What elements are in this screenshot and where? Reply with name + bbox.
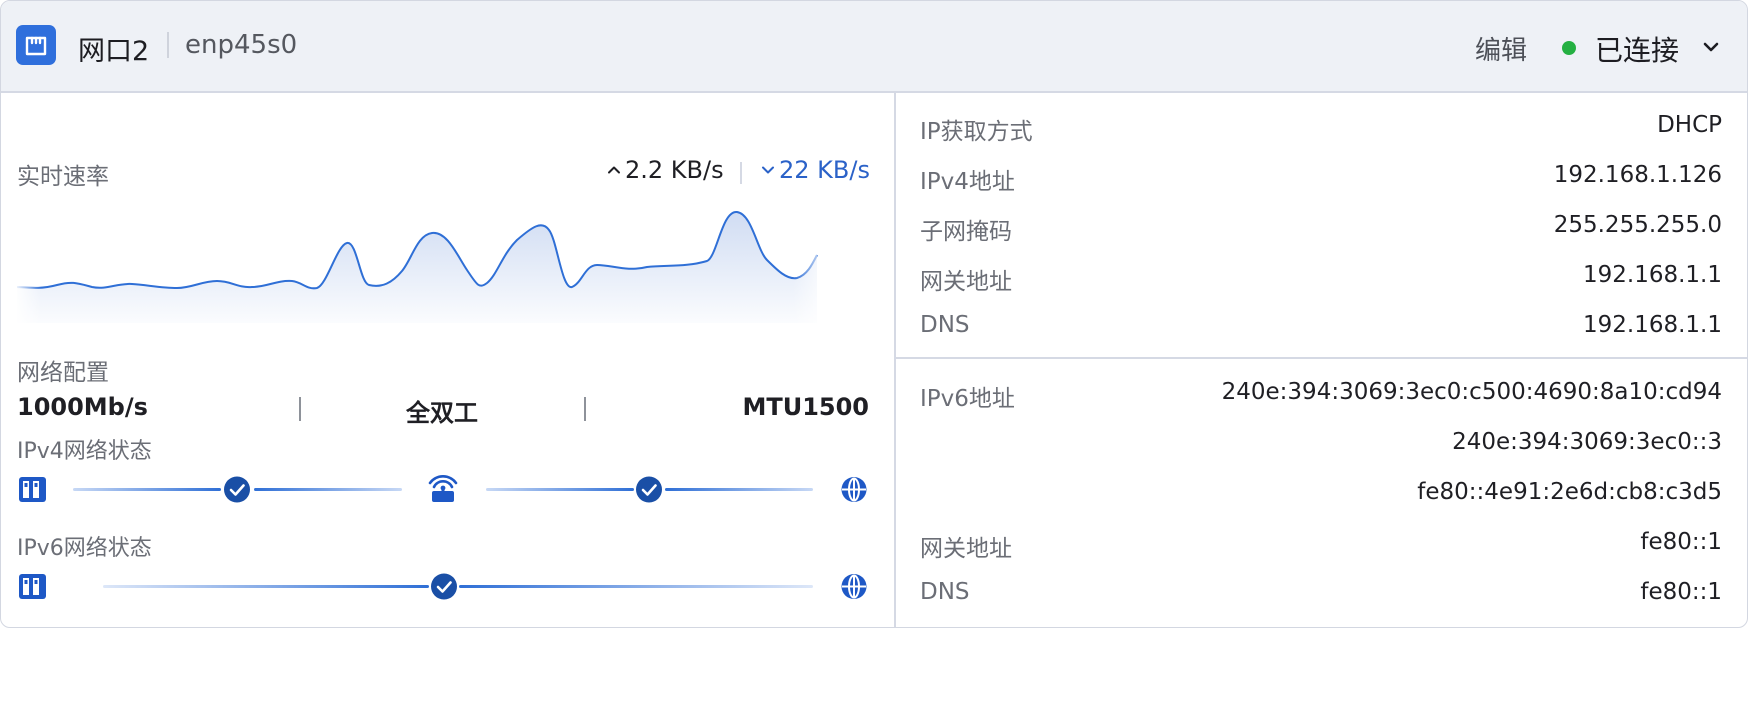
info-key: 子网掩码 [920,219,1012,245]
upload-speed-value: 2.2 KB/s [625,156,724,184]
check-icon [431,573,457,600]
globe-icon [841,477,867,502]
right-panel: IP获取方式 DHCP IPv4地址 192.168.1.126 子网掩码 25… [896,93,1747,627]
duplex-value: 全双工 [406,399,478,427]
info-key: IP获取方式 [920,119,1033,145]
chevron-down-icon[interactable] [1701,37,1721,57]
ipv6-status-path [19,573,867,600]
info-value: 255.255.255.0 [1553,212,1722,238]
device-name: enp45s0 [185,30,298,60]
speed-divider [740,162,742,184]
info-value: 240e:394:3069:3ec0::3 [1452,429,1722,455]
ipv4-link-segment [486,488,634,491]
download-speed-value: 22 KB/s [779,156,870,184]
info-key: IPv6地址 [920,386,1015,412]
chart-edge-fade [17,205,817,323]
check-icon [636,476,662,503]
ipv4-status-path [19,475,867,503]
ipv4-link-segment [254,488,402,491]
device-icon [19,477,46,502]
section-divider [896,357,1747,359]
upload-speed: 2.2 KB/s [607,156,724,184]
ipv6-status-label: IPv6网络状态 [17,536,152,561]
edit-button[interactable]: 编辑 [1475,30,1527,67]
info-row-ipv6-dns: DNS fe80::1 [920,573,1722,613]
info-row-ipv4-address: IPv4地址 192.168.1.126 [920,156,1722,196]
config-divider [299,397,301,421]
network-port-card: 网口2 enp45s0 编辑 已连接 实时速率 2.2 KB/s 22 KB/s [0,0,1748,628]
connection-status-text: 已连接 [1595,34,1680,67]
ipv4-link-segment [665,488,813,491]
mtu-value: MTU1500 [742,393,869,421]
info-value: fe80::1 [1640,579,1722,605]
info-row-ipv6-link-local: fe80::4e91:2e6d:cb8:c3d5 [920,473,1722,513]
realtime-speed-label: 实时速率 [17,164,109,190]
info-value: 192.168.1.1 [1583,312,1722,338]
ipv4-link-segment [73,488,221,491]
network-config-label: 网络配置 [17,360,109,386]
info-value: fe80::1 [1640,529,1722,555]
info-key: 网关地址 [920,269,1012,295]
left-panel: 实时速率 2.2 KB/s 22 KB/s 网络配置 1000Mb/s 全双工 … [1,93,894,627]
globe-icon [841,574,867,599]
port-name: 网口2 [78,36,150,67]
info-row-gateway: 网关地址 192.168.1.1 [920,256,1722,296]
connection-status-dot [1562,41,1576,55]
info-value: 240e:394:3069:3ec0:c500:4690:8a10:cd94 [1221,379,1722,405]
info-value: 192.168.1.126 [1553,162,1722,188]
info-row-ip-method: IP获取方式 DHCP [920,106,1722,146]
download-speed: 22 KB/s [761,156,870,184]
ipv6-link-segment [459,585,813,588]
device-icon [19,574,46,599]
info-row-ipv6-address-2: 240e:394:3069:3ec0::3 [920,423,1722,463]
ethernet-port-icon [16,25,56,65]
info-value: 192.168.1.1 [1583,262,1722,288]
router-icon [428,475,458,502]
ipv4-status-label: IPv4网络状态 [17,439,152,464]
info-value: DHCP [1657,112,1722,138]
info-row-dns: DNS 192.168.1.1 [920,306,1722,346]
info-row-subnet-mask: 子网掩码 255.255.255.0 [920,206,1722,246]
arrow-up-icon [608,166,620,174]
info-row-ipv6-address: IPv6地址 240e:394:3069:3ec0:c500:4690:8a10… [920,373,1722,413]
info-key: DNS [920,579,970,605]
check-icon [224,476,250,503]
title-divider [167,32,169,58]
info-key: 网关地址 [920,536,1012,562]
config-divider [584,397,586,421]
realtime-speed-chart [17,205,818,323]
link-speed-value: 1000Mb/s [17,393,148,421]
info-value: fe80::4e91:2e6d:cb8:c3d5 [1417,479,1722,505]
info-key: IPv4地址 [920,169,1015,195]
card-header: 网口2 enp45s0 编辑 已连接 [1,1,1747,93]
arrow-down-icon [762,166,774,174]
ipv6-link-segment [103,585,429,588]
info-key: DNS [920,312,970,338]
info-row-ipv6-gateway: 网关地址 fe80::1 [920,523,1722,563]
